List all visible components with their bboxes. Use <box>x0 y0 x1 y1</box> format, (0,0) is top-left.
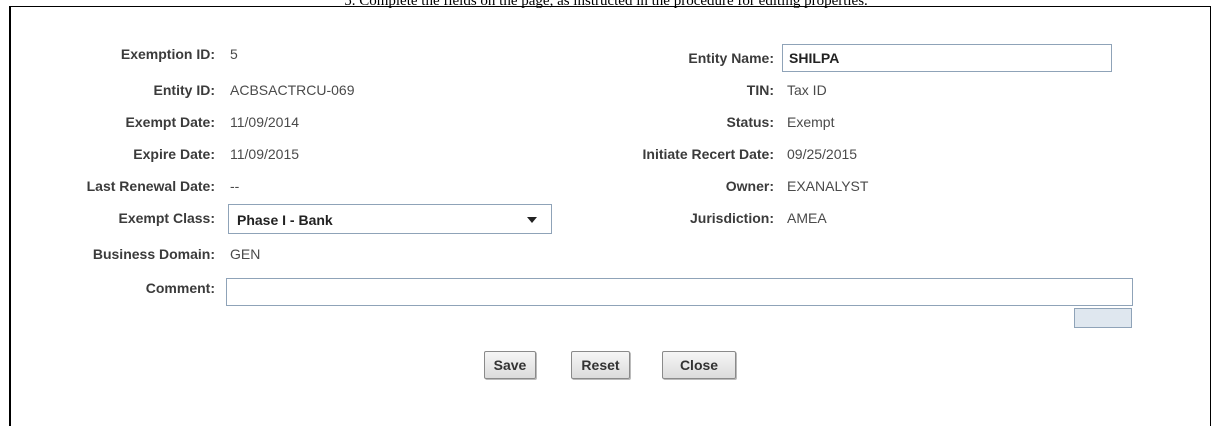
textarea-resize-handle[interactable] <box>1074 308 1132 328</box>
initiate-recert-date-label: Initiate Recert Date: <box>642 146 774 162</box>
entity-name-input[interactable]: SHILPA <box>782 44 1112 72</box>
tin-label: TIN: <box>746 82 774 98</box>
expire-date-label: Expire Date: <box>133 146 215 162</box>
status-label: Status: <box>726 114 774 130</box>
jurisdiction-value: AMEA <box>787 210 827 226</box>
exempt-class-selected-value: Phase I - Bank <box>237 212 333 228</box>
exempt-date-label: Exempt Date: <box>125 114 215 130</box>
expire-date-value: 11/09/2015 <box>230 146 300 162</box>
exemption-id-label: Exemption ID: <box>120 46 215 62</box>
initiate-recert-date-value: 09/25/2015 <box>787 146 858 162</box>
business-domain-value: GEN <box>230 246 261 262</box>
owner-value: EXANALYST <box>787 178 869 194</box>
last-renewal-date-label: Last Renewal Date: <box>86 178 215 194</box>
entity-id-value: ACBSACTRCU-069 <box>230 82 355 98</box>
tin-value: Tax ID <box>787 82 827 98</box>
comment-textarea[interactable] <box>226 278 1133 306</box>
entity-id-label: Entity ID: <box>153 82 215 98</box>
business-domain-label: Business Domain: <box>92 246 215 262</box>
save-button[interactable]: Save <box>484 351 536 379</box>
last-renewal-date-value: -- <box>230 178 240 194</box>
exemption-id-value: 5 <box>230 46 238 62</box>
exempt-date-value: 11/09/2014 <box>230 114 300 130</box>
comment-label: Comment: <box>145 280 215 296</box>
close-button[interactable]: Close <box>662 351 736 379</box>
owner-label: Owner: <box>725 178 774 194</box>
status-value: Exempt <box>787 114 835 130</box>
exempt-class-label: Exempt Class: <box>118 210 215 226</box>
jurisdiction-label: Jurisdiction: <box>689 210 774 226</box>
reset-button[interactable]: Reset <box>571 351 630 379</box>
entity-name-label: Entity Name: <box>688 50 774 66</box>
exempt-class-select[interactable]: Phase I - Bank <box>228 204 552 234</box>
